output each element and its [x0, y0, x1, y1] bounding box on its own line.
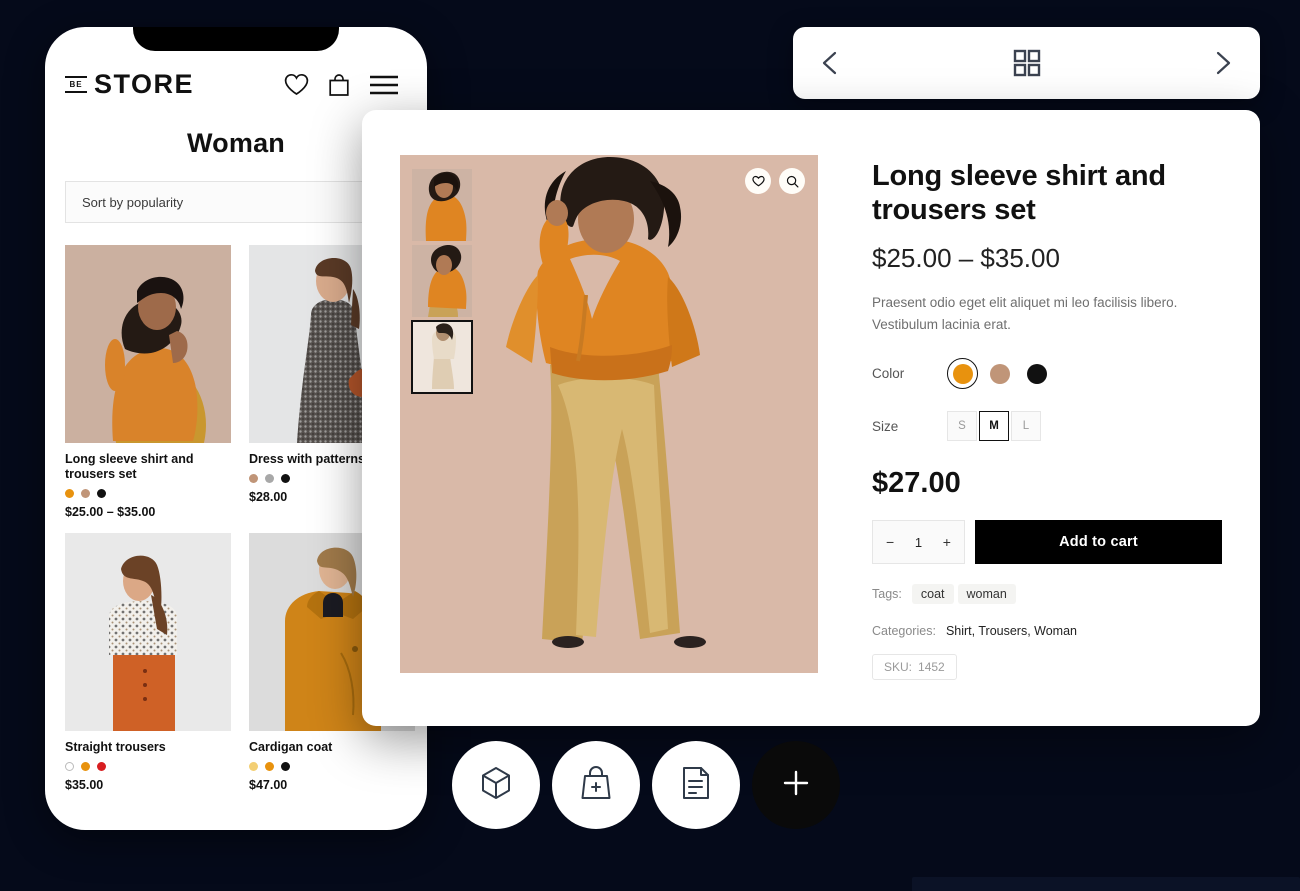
swatch[interactable]	[281, 762, 290, 771]
quantity-value[interactable]: 1	[915, 535, 922, 550]
size-selector-row: Size S M L	[872, 411, 1222, 441]
product-description: Praesent odio eget elit aliquet mi leo f…	[872, 295, 1178, 332]
bag-plus-icon	[578, 764, 614, 807]
screen: BE STORE Woman Sort by popularity Long s…	[0, 0, 1300, 891]
menu-icon[interactable]	[369, 75, 399, 95]
swatch[interactable]	[65, 762, 74, 771]
color-selector-row: Color	[872, 358, 1222, 389]
product-image[interactable]	[65, 533, 231, 731]
product-title: Long sleeve shirt and trousers set	[872, 160, 1166, 226]
heart-icon[interactable]	[284, 73, 309, 96]
product-swatches	[65, 489, 231, 498]
sku-value: 1452	[918, 660, 945, 674]
product-card[interactable]: Long sleeve shirt and trousers set $25.0…	[65, 245, 231, 519]
product-card[interactable]: Straight trousers $35.00	[65, 533, 231, 792]
categories-value[interactable]: Shirt, Trousers, Woman	[946, 624, 1077, 638]
swatch[interactable]	[81, 489, 90, 498]
color-option-tan[interactable]	[984, 358, 1015, 389]
product-swatches	[65, 762, 231, 771]
swatch[interactable]	[281, 474, 290, 483]
categories-label: Categories:	[872, 624, 936, 638]
bottom-accent-bar	[912, 877, 1300, 891]
product-name: Long sleeve shirt and trousers set	[65, 452, 194, 481]
size-option-s[interactable]: S	[947, 411, 977, 441]
bag-plus-icon-button[interactable]	[552, 741, 640, 829]
color-options	[947, 358, 1052, 389]
product-info: Long sleeve shirt and trousers set $25.0…	[818, 155, 1222, 726]
product-image[interactable]	[65, 245, 231, 443]
sort-select[interactable]: Sort by popularity	[65, 181, 385, 223]
quantity-increase-button[interactable]: +	[943, 534, 951, 550]
product-name: Straight trousers	[65, 740, 166, 754]
tag-chip-coat[interactable]: coat	[911, 584, 954, 604]
thumbnail-item[interactable]	[412, 169, 472, 241]
swatch[interactable]	[249, 474, 258, 483]
size-option-m[interactable]: M	[979, 411, 1009, 441]
size-label: Size	[872, 418, 899, 434]
swatch[interactable]	[97, 762, 106, 771]
color-label: Color	[872, 366, 905, 381]
quantity-decrease-button[interactable]: −	[886, 534, 894, 550]
sort-select-value: Sort by popularity	[82, 194, 184, 210]
swatch[interactable]	[97, 489, 106, 498]
chevron-right-icon[interactable]	[1212, 49, 1234, 77]
top-navigation-bar	[793, 27, 1260, 99]
categories-row: Categories: Shirt, Trousers, Woman	[872, 624, 1222, 638]
thumbnail-item[interactable]	[412, 245, 472, 317]
chevron-left-icon[interactable]	[819, 49, 841, 77]
logo-store-text: STORE	[94, 69, 195, 99]
swatch[interactable]	[65, 489, 74, 498]
product-selected-price: $27.00	[872, 467, 961, 499]
store-header-icons	[284, 73, 399, 97]
quantity-stepper[interactable]: − 1 +	[872, 520, 965, 564]
add-new-button[interactable]	[752, 741, 840, 829]
heart-icon[interactable]	[745, 168, 771, 194]
product-price: $35.00	[65, 778, 104, 792]
document-icon-button[interactable]	[652, 741, 740, 829]
sku-badge: SKU: 1452	[872, 654, 957, 680]
swatch[interactable]	[265, 762, 274, 771]
cart-row: − 1 + Add to cart	[872, 520, 1222, 564]
cube-icon-button[interactable]	[452, 741, 540, 829]
color-option-black[interactable]	[1021, 358, 1052, 389]
store-logo[interactable]: BE STORE	[65, 71, 194, 98]
tag-chip-woman[interactable]: woman	[957, 584, 1016, 604]
image-action-buttons	[745, 168, 805, 194]
phone-notch	[133, 27, 339, 51]
thumbnail-item[interactable]	[411, 320, 473, 394]
plus-icon	[780, 767, 812, 804]
sku-label: SKU:	[884, 660, 913, 674]
logo-be-text: BE	[69, 80, 83, 89]
product-detail-panel: Long sleeve shirt and trousers set $25.0…	[362, 110, 1260, 726]
product-name: Cardigan coat	[249, 740, 333, 754]
thumbnail-list	[411, 169, 473, 394]
size-option-l[interactable]: L	[1011, 411, 1041, 441]
swatch[interactable]	[249, 762, 258, 771]
document-icon	[678, 764, 714, 807]
product-price: $47.00	[249, 778, 288, 792]
size-options: S M L	[947, 411, 1041, 441]
color-option-orange[interactable]	[947, 358, 978, 389]
grid-icon[interactable]	[1012, 48, 1042, 78]
swatch[interactable]	[265, 474, 274, 483]
product-swatches	[249, 762, 415, 771]
product-price-range: $25.00 – $35.00	[872, 243, 1060, 273]
tags-row: Tags: coat woman	[872, 584, 1222, 604]
product-gallery	[400, 155, 818, 673]
bag-icon[interactable]	[328, 73, 350, 97]
search-icon[interactable]	[779, 168, 805, 194]
logo-be-badge: BE	[65, 76, 87, 93]
add-to-cart-button[interactable]: Add to cart	[975, 520, 1222, 564]
floating-action-buttons	[452, 741, 840, 829]
cube-icon	[477, 764, 515, 807]
product-price: $25.00 – $35.00	[65, 505, 156, 519]
tags-label: Tags:	[872, 587, 902, 601]
swatch[interactable]	[81, 762, 90, 771]
